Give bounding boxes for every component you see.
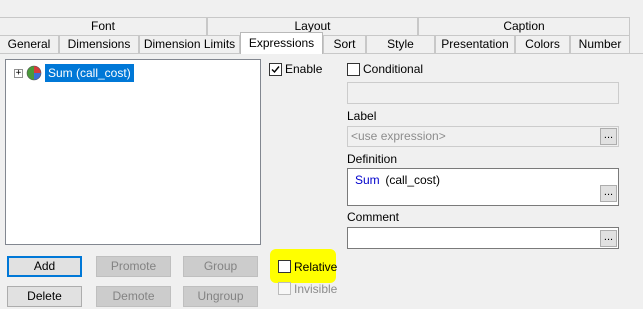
definition-function: Sum <box>355 173 380 187</box>
invisible-checkbox[interactable] <box>278 282 291 295</box>
conditional-checkbox[interactable] <box>347 63 360 76</box>
conditional-field[interactable] <box>347 82 619 104</box>
expression-tree[interactable]: + Sum (call_cost) <box>5 59 261 245</box>
label-field[interactable]: <use expression> ... <box>347 126 619 147</box>
definition-argument: (call_cost) <box>382 173 441 187</box>
enable-checkbox[interactable] <box>269 63 282 76</box>
enable-label: Enable <box>285 62 323 76</box>
comment-field[interactable]: ... <box>347 227 619 249</box>
tab-dimensions[interactable]: Dimensions <box>59 35 139 53</box>
tab-style[interactable]: Style <box>366 35 435 53</box>
invisible-label: Invisible <box>294 282 338 296</box>
tree-item-sum-call-cost[interactable]: Sum (call_cost) <box>45 64 134 82</box>
tab-caption[interactable]: Caption <box>418 17 630 35</box>
checkmark-icon <box>271 66 280 74</box>
definition-ellipsis-button[interactable]: ... <box>600 185 617 202</box>
expand-icon[interactable]: + <box>14 69 23 78</box>
definition-field[interactable]: Sum (call_cost) ... <box>347 168 619 206</box>
definition-caption: Definition <box>347 152 398 166</box>
tab-number[interactable]: Number <box>570 35 630 53</box>
tab-presentation[interactable]: Presentation <box>435 35 515 53</box>
tab-general[interactable]: General <box>0 35 59 53</box>
add-button[interactable]: Add <box>7 256 82 277</box>
tab-dimension-limits[interactable]: Dimension Limits <box>139 35 240 53</box>
tab-colors[interactable]: Colors <box>515 35 570 53</box>
relative-label: Relative <box>294 260 338 274</box>
label-caption: Label <box>347 109 377 123</box>
comment-ellipsis-button[interactable]: ... <box>600 230 617 247</box>
demote-button[interactable]: Demote <box>96 286 171 307</box>
comment-caption: Comment <box>347 210 400 224</box>
delete-button[interactable]: Delete <box>7 286 82 307</box>
ungroup-button[interactable]: Ungroup <box>183 286 258 307</box>
group-button[interactable]: Group <box>183 256 258 277</box>
relative-checkbox[interactable] <box>278 260 291 273</box>
label-ellipsis-button[interactable]: ... <box>600 128 617 145</box>
tab-sort[interactable]: Sort <box>323 35 366 53</box>
tab-font[interactable]: Font <box>0 17 207 35</box>
pie-chart-icon <box>26 65 42 81</box>
tab-expressions[interactable]: Expressions <box>240 32 323 54</box>
label-placeholder: <use expression> <box>351 129 446 143</box>
promote-button[interactable]: Promote <box>96 256 171 277</box>
conditional-label: Conditional <box>363 62 424 76</box>
tab-row-bottom: General Dimensions Dimension Limits Expr… <box>0 32 643 54</box>
